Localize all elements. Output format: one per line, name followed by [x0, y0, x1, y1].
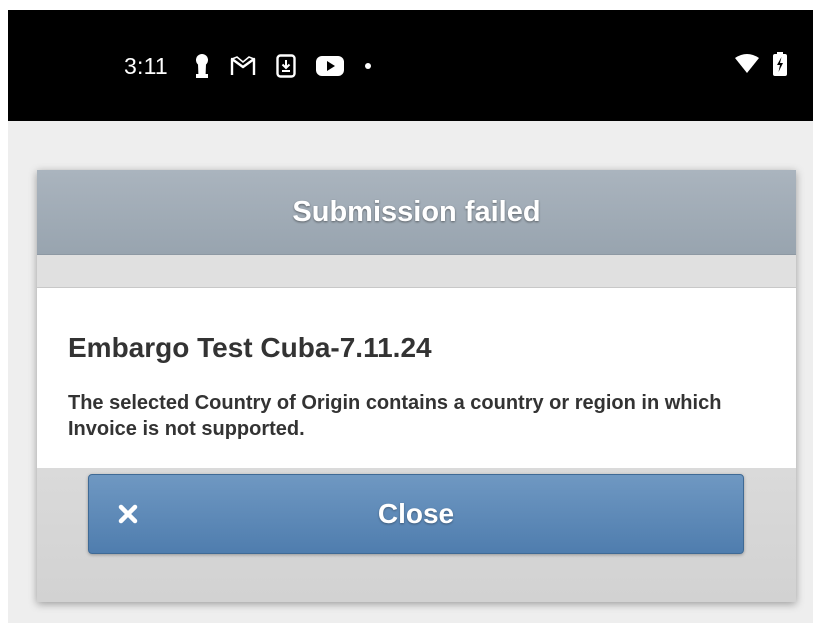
dialog-spacer [37, 255, 796, 288]
close-icon [117, 503, 139, 525]
status-bar: 3:11 [8, 10, 813, 121]
gmail-icon [230, 55, 256, 77]
error-dialog: Submission failed Embargo Test Cuba-7.11… [37, 170, 796, 602]
download-icon [276, 54, 296, 78]
battery-charging-icon [773, 51, 787, 81]
message-text: The selected Country of Origin contains … [68, 392, 722, 440]
message-title: Embargo Test Cuba-7.11.24 [68, 332, 432, 363]
dialog-header: Submission failed [37, 170, 796, 255]
keyhole-icon [194, 53, 210, 79]
dialog-title: Submission failed [292, 195, 541, 228]
wifi-icon [735, 53, 759, 79]
status-left: 3:11 [124, 50, 392, 82]
close-label: Close [377, 498, 455, 529]
close-button[interactable]: Close [88, 474, 744, 554]
dialog-body: Embargo Test Cuba-7.11.24 The selected C… [37, 288, 796, 468]
status-right [735, 50, 787, 82]
dot-icon [364, 62, 372, 70]
youtube-icon [315, 56, 344, 76]
screen: 3:11 Submission failed Embargo Test Cuba… [0, 0, 813, 623]
dialog-footer: Close [37, 468, 796, 602]
status-time: 3:11 [124, 52, 168, 79]
